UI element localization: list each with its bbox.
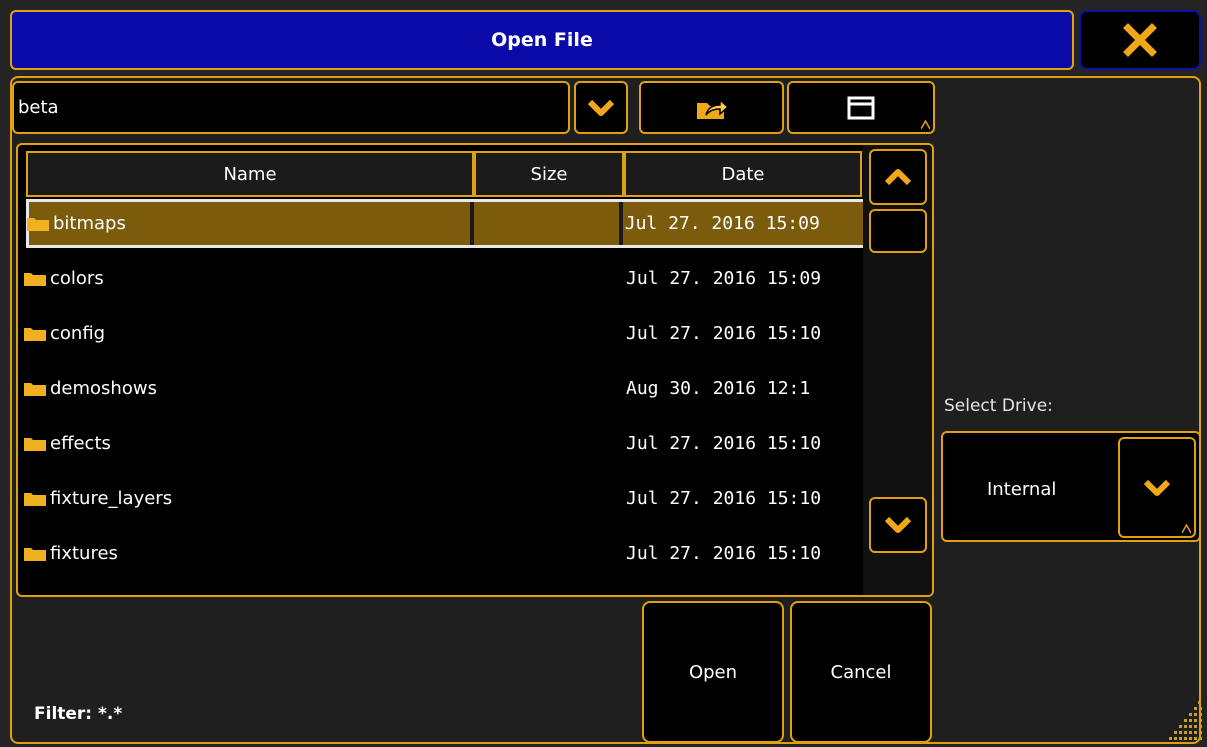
cell-name: config xyxy=(24,309,474,358)
cell-name: colors xyxy=(24,254,474,303)
cell-date: Jul 27. 2016 15:09 xyxy=(626,268,822,289)
title-bar: Open File xyxy=(10,10,1074,70)
cell-size xyxy=(474,529,624,578)
close-icon xyxy=(1123,23,1157,57)
file-list-header: Name Size Date xyxy=(26,151,862,197)
file-list: Name Size Date bitmaps Jul 27. 2016 15:0… xyxy=(16,143,934,597)
folder-icon xyxy=(24,328,46,341)
chevron-down-icon xyxy=(884,516,912,533)
cell-date: Jul 27. 2016 15:09 xyxy=(624,213,820,234)
table-row[interactable]: demoshows Aug 30. 2016 12:1 xyxy=(24,364,866,413)
folder-icon xyxy=(24,273,46,286)
chevron-up-icon xyxy=(884,169,912,186)
select-drive-label: Select Drive: xyxy=(944,396,1053,416)
cancel-button[interactable]: Cancel xyxy=(790,601,932,743)
cell-name: bitmaps xyxy=(27,202,474,245)
folder-icon xyxy=(24,438,46,451)
cell-date: Jul 27. 2016 15:10 xyxy=(626,543,822,564)
path-value: beta xyxy=(18,97,59,118)
folder-up-icon xyxy=(696,97,729,119)
cell-date: Jul 27. 2016 15:10 xyxy=(626,488,822,509)
scroll-down-button[interactable] xyxy=(869,497,927,553)
cell-size xyxy=(474,474,624,523)
cell-date: Jul 27. 2016 15:10 xyxy=(626,433,822,454)
cell-size xyxy=(474,309,624,358)
cell-size xyxy=(474,254,624,303)
scroll-up-button[interactable] xyxy=(869,149,927,205)
chevron-down-icon xyxy=(587,99,615,116)
cell-size xyxy=(474,419,624,468)
table-row[interactable]: bitmaps Jul 27. 2016 15:09 xyxy=(26,199,866,248)
corner-tick-icon xyxy=(921,120,930,129)
cell-name: fixture_layers xyxy=(24,474,474,523)
scrollbar[interactable] xyxy=(863,145,932,595)
chevron-down-icon xyxy=(1143,479,1171,496)
folder-up-button[interactable] xyxy=(639,81,784,134)
table-row[interactable]: colors Jul 27. 2016 15:09 xyxy=(24,254,866,303)
path-dropdown-button[interactable] xyxy=(574,81,628,134)
open-file-dialog: Open File beta Name Size Date bitmaps Ju… xyxy=(0,0,1207,747)
scroll-thumb[interactable] xyxy=(869,209,927,253)
cell-name: fixtures xyxy=(24,529,474,578)
corner-tick-icon xyxy=(1182,524,1191,533)
cell-name: demoshows xyxy=(24,364,474,413)
drive-value: Internal xyxy=(987,479,1057,500)
window-icon xyxy=(847,96,875,119)
cell-date: Aug 30. 2016 12:1 xyxy=(626,378,811,399)
column-header-date[interactable]: Date xyxy=(624,151,862,197)
cell-size xyxy=(474,202,623,245)
folder-icon xyxy=(27,218,49,231)
cell-date: Jul 27. 2016 15:10 xyxy=(626,323,822,344)
cell-size xyxy=(474,364,624,413)
table-row[interactable]: config Jul 27. 2016 15:10 xyxy=(24,309,866,358)
resize-grip-icon[interactable] xyxy=(1168,697,1204,743)
column-header-name[interactable]: Name xyxy=(26,151,474,197)
path-field[interactable]: beta xyxy=(12,81,570,134)
dialog-title: Open File xyxy=(491,29,593,51)
cell-name: effects xyxy=(24,419,474,468)
window-button[interactable] xyxy=(787,81,935,134)
folder-icon xyxy=(24,493,46,506)
drive-dropdown-button[interactable] xyxy=(1118,437,1196,538)
column-header-size[interactable]: Size xyxy=(474,151,624,197)
filter-text: Filter: *.* xyxy=(34,704,123,724)
open-button[interactable]: Open xyxy=(642,601,784,743)
table-row[interactable]: fixtures Jul 27. 2016 15:10 xyxy=(24,529,866,578)
table-row[interactable]: effects Jul 27. 2016 15:10 xyxy=(24,419,866,468)
table-row[interactable]: fixture_layers Jul 27. 2016 15:10 xyxy=(24,474,866,523)
folder-icon xyxy=(24,383,46,396)
close-button[interactable] xyxy=(1079,10,1201,70)
folder-icon xyxy=(24,548,46,561)
drive-selector[interactable]: Internal xyxy=(941,431,1201,542)
